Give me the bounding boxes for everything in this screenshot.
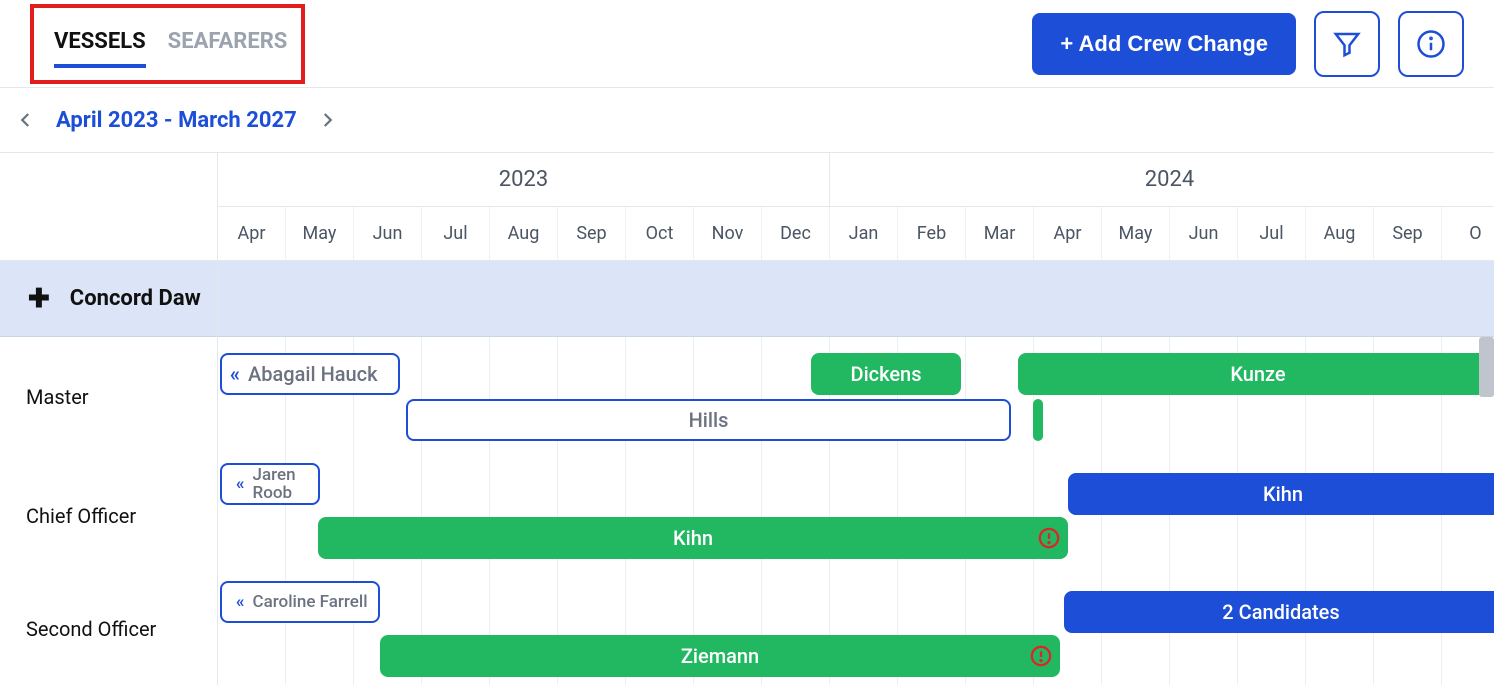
month-header: Jun [1170, 207, 1238, 260]
year-header-row: 20232024 [218, 153, 1494, 207]
month-header: May [1102, 207, 1170, 260]
filter-button[interactable] [1314, 11, 1380, 77]
assignment-bar-farrell[interactable]: « Caroline Farrell [220, 581, 380, 623]
bar-label: Abagail Hauck [248, 362, 378, 386]
chevron-right-icon [318, 111, 336, 129]
month-header: Apr [218, 207, 286, 260]
assignment-bar-candidates[interactable]: 2 Candidates [1064, 591, 1494, 633]
month-header: May [286, 207, 354, 260]
info-icon [1416, 29, 1446, 59]
assignment-bar-dickens[interactable]: Dickens [811, 353, 961, 395]
role-label: Master [26, 385, 89, 409]
month-header: Mar [966, 207, 1034, 260]
role-label: Second Officer [26, 617, 156, 641]
grid-vessel-band [218, 261, 1494, 337]
month-header: Dec [762, 207, 830, 260]
assignment-bar-roob[interactable]: « Jaren Roob [220, 463, 320, 505]
year-header: 2024 [830, 153, 1494, 206]
role-row-chief-officer: Chief Officer [0, 457, 217, 575]
chevron-double-left-icon: « [236, 593, 245, 611]
month-header: Sep [1374, 207, 1442, 260]
month-header: O [1442, 207, 1494, 260]
month-header: Jan [830, 207, 898, 260]
bar-label: 2 Candidates [1222, 600, 1339, 624]
role-row-second-officer: Second Officer [0, 575, 217, 683]
timeline-left-column: ✚ Concord Daw Master Chief Officer Secon… [0, 153, 218, 685]
funnel-icon [1332, 29, 1362, 59]
chevron-left-icon [17, 111, 35, 129]
month-header: Aug [490, 207, 558, 260]
header-actions: + Add Crew Change [1032, 11, 1464, 77]
left-spacer [0, 153, 217, 261]
month-header: Sep [558, 207, 626, 260]
assignment-bar-kihn-current[interactable]: Kihn [318, 517, 1068, 559]
assignment-bar-small[interactable] [1033, 399, 1043, 441]
assignment-bar-ziemann[interactable]: Ziemann [380, 635, 1060, 677]
date-next-button[interactable] [315, 108, 339, 132]
tab-vessels[interactable]: VESSELS [54, 19, 146, 68]
bar-label: Kihn [1263, 482, 1303, 506]
assignment-bar-hills[interactable]: Hills [406, 399, 1011, 441]
timeline: ✚ Concord Daw Master Chief Officer Secon… [0, 153, 1494, 685]
add-crew-change-button[interactable]: + Add Crew Change [1032, 13, 1296, 75]
timeline-grid[interactable]: 20232024 AprMayJunJulAugSepOctNovDecJanF… [218, 153, 1494, 685]
role-row-master: Master [0, 337, 217, 457]
info-button[interactable] [1398, 11, 1464, 77]
chevron-double-left-icon: « [236, 475, 245, 493]
bar-label: Caroline Farrell [253, 593, 368, 611]
vessel-row[interactable]: ✚ Concord Daw [0, 261, 217, 337]
bar-label: Ziemann [681, 644, 759, 668]
bar-label: Hills [689, 408, 729, 432]
assignment-bar-kihn-future[interactable]: Kihn [1068, 473, 1494, 515]
warning-icon [1030, 645, 1052, 667]
month-header: Jun [354, 207, 422, 260]
tab-seafarers[interactable]: SEAFARERS [168, 19, 288, 68]
top-header: VESSELS SEAFARERS + Add Crew Change [0, 0, 1494, 88]
expand-vessel-icon[interactable]: ✚ [28, 284, 50, 314]
month-header-row: AprMayJunJulAugSepOctNovDecJanFebMarAprM… [218, 207, 1494, 261]
month-header: Feb [898, 207, 966, 260]
month-header: Oct [626, 207, 694, 260]
date-range-bar: April 2023 - March 2027 [0, 88, 1494, 153]
assignment-bar-kunze[interactable]: Kunze [1018, 353, 1494, 395]
vessel-name: Concord Daw [70, 286, 201, 311]
bar-label: Kunze [1230, 362, 1285, 386]
bar-label: Kihn [673, 526, 713, 550]
chevron-double-left-icon: « [230, 362, 240, 386]
vertical-scrollbar[interactable] [1479, 337, 1494, 397]
month-header: Aug [1306, 207, 1374, 260]
month-header: Apr [1034, 207, 1102, 260]
role-label: Chief Officer [26, 504, 136, 528]
month-header: Nov [694, 207, 762, 260]
warning-icon [1038, 527, 1060, 549]
date-prev-button[interactable] [14, 108, 38, 132]
bar-label: Jaren Roob [253, 466, 319, 502]
month-header: Jul [422, 207, 490, 260]
bar-label: Dickens [851, 362, 922, 386]
tabs-container-highlight: VESSELS SEAFARERS [30, 4, 305, 84]
date-range-label[interactable]: April 2023 - March 2027 [56, 108, 297, 133]
assignment-bar-hauck[interactable]: « Abagail Hauck [220, 353, 400, 395]
month-header: Jul [1238, 207, 1306, 260]
year-header: 2023 [218, 153, 830, 206]
